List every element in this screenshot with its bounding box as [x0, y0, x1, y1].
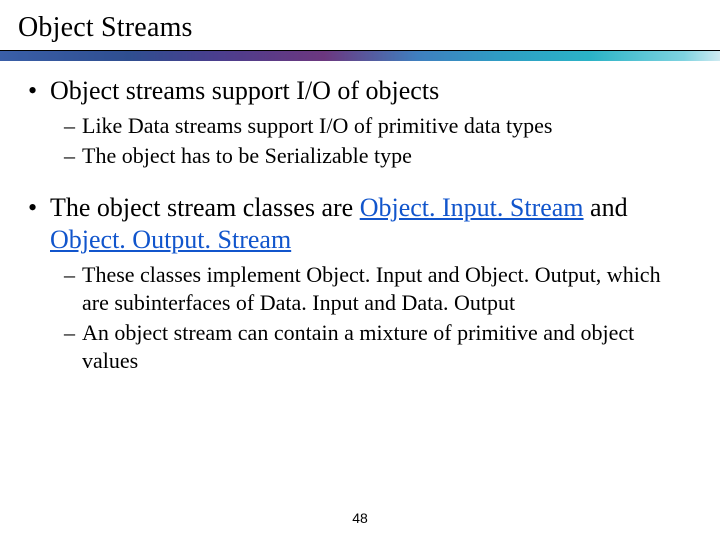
link-object-input-stream[interactable]: Object. Input. Stream	[360, 193, 584, 222]
slide: Object Streams Object streams support I/…	[0, 0, 720, 540]
bullet-2-pre: The object stream classes are	[50, 193, 360, 222]
bullet-1: Object streams support I/O of objects Li…	[28, 75, 692, 170]
bullet-1-sub-2: The object has to be Serializable type	[64, 142, 692, 170]
bullet-2: The object stream classes are Object. In…	[28, 192, 692, 376]
bullet-2-mid: and	[584, 193, 628, 222]
accent-bar	[0, 51, 720, 61]
bullet-2-sub-1: These classes implement Object. Input an…	[64, 261, 692, 317]
page-number: 48	[0, 510, 720, 526]
link-object-output-stream[interactable]: Object. Output. Stream	[50, 225, 291, 254]
bullet-1-sub-1: Like Data streams support I/O of primiti…	[64, 112, 692, 140]
slide-title: Object Streams	[0, 0, 720, 51]
bullet-1-text: Object streams support I/O of objects	[50, 76, 439, 105]
bullet-2-sub-2: An object stream can contain a mixture o…	[64, 319, 692, 375]
slide-body: Object streams support I/O of objects Li…	[0, 61, 720, 375]
